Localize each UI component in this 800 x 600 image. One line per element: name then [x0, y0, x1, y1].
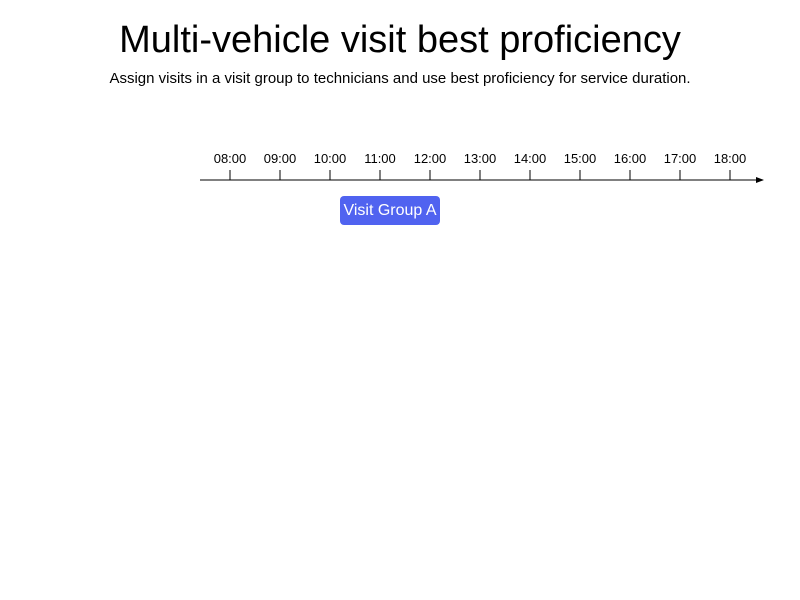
- tick-label: 17:00: [664, 151, 697, 166]
- tick-label: 18:00: [714, 151, 747, 166]
- tick-label: 08:00: [214, 151, 247, 166]
- tick-label: 13:00: [464, 151, 497, 166]
- tick-label: 16:00: [614, 151, 647, 166]
- tick-label: 11:00: [364, 151, 396, 166]
- tick-label: 10:00: [314, 151, 347, 166]
- tick-label: 15:00: [564, 151, 597, 166]
- visit-group-block[interactable]: Visit Group A: [340, 196, 440, 225]
- timeline: 08:00 09:00 10:00 11:00 12:00 13:00 14:00 15:00…: [200, 151, 764, 183]
- timeline-ticks: 08:00 09:00 10:00 11:00 12:00 13:00 14:00 15:00…: [214, 151, 747, 180]
- tick-label: 09:00: [264, 151, 297, 166]
- tick-label: 12:00: [414, 151, 447, 166]
- tick-label: 14:00: [514, 151, 547, 166]
